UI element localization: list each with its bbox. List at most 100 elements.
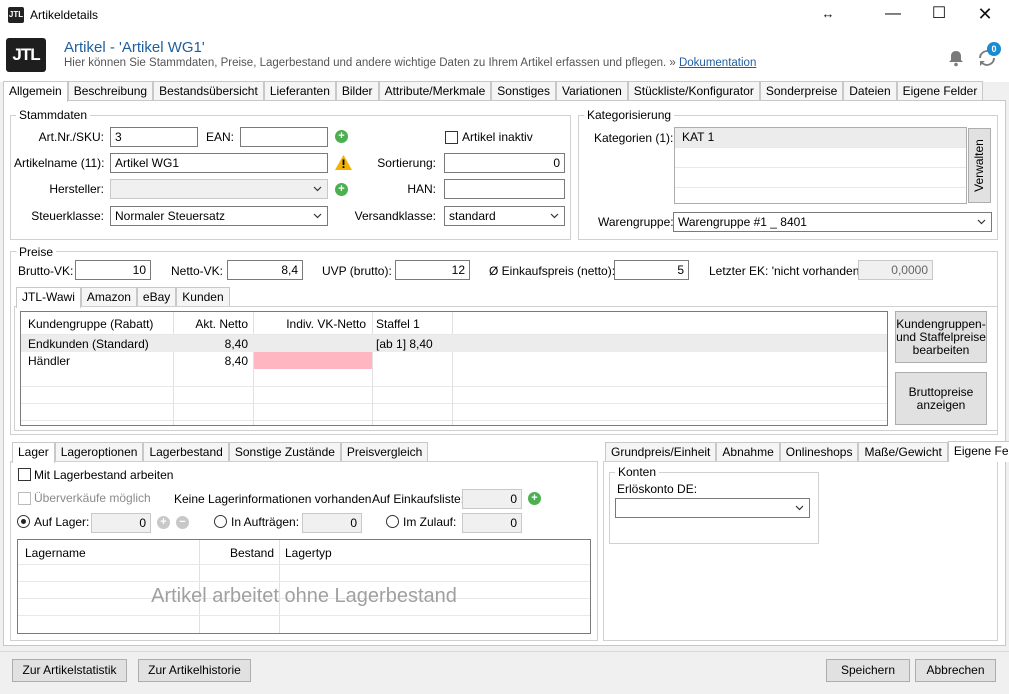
artikelname-input[interactable]: Artikel WG1 [110, 153, 328, 173]
sortierung-input[interactable]: 0 [444, 153, 565, 173]
abbrechen-button[interactable]: Abbrechen [915, 659, 996, 682]
mit-lagerbestand-label: Mit Lagerbestand arbeiten [34, 468, 174, 482]
tab-eigene-felder-right[interactable]: Eigene Felder [947, 441, 1009, 462]
right-tabs: Grundpreis/Einheit Abnahme Onlineshops M… [605, 441, 1009, 462]
im-zulauf-label: Im Zulauf: [403, 515, 457, 529]
chevron-down-icon [313, 213, 322, 219]
col-kundengruppe[interactable]: Kundengruppe (Rabatt) [28, 317, 153, 331]
list-item[interactable]: KAT 1 [675, 128, 966, 147]
kategorien-list[interactable]: KAT 1 [674, 127, 967, 204]
erloeskonto-label: Erlöskonto DE: [617, 482, 698, 496]
kategorien-label: Kategorien (1): [594, 131, 674, 145]
auf-lager-radio[interactable] [17, 515, 30, 528]
tab-onlineshops[interactable]: Onlineshops [779, 442, 859, 462]
artikelname-label: Artikelname (11): [14, 156, 105, 170]
tab-stueckliste[interactable]: Stückliste/Konfigurator [627, 81, 760, 101]
artikelstatistik-button[interactable]: Zur Artikelstatistik [12, 659, 127, 682]
tab-lageroptionen[interactable]: Lageroptionen [54, 442, 144, 462]
hersteller-label: Hersteller: [49, 182, 104, 196]
im-zulauf-radio[interactable] [386, 515, 399, 528]
letzter-ek-input: 0,0000 [858, 260, 933, 280]
resize-icon[interactable]: ↔ [805, 0, 851, 30]
han-input[interactable] [444, 179, 565, 199]
kundengruppen-button[interactable]: Kundengruppen- und Staffelpreise bearbei… [895, 311, 987, 363]
close-button[interactable]: ✕ [962, 0, 1008, 30]
grid-line [21, 386, 887, 387]
mit-lagerbestand-checkbox[interactable] [18, 468, 31, 481]
col-lagername[interactable]: Lagername [25, 546, 86, 560]
kategorisierung-title: Kategorisierung [584, 108, 675, 122]
add-hersteller-icon[interactable]: + [335, 183, 348, 196]
tab-masse-gewicht[interactable]: Maße/Gewicht [858, 442, 948, 462]
speichern-button[interactable]: Speichern [826, 659, 910, 682]
tab-bilder[interactable]: Bilder [335, 81, 379, 101]
row-indiv-vk-error[interactable] [254, 352, 372, 369]
artikelhistorie-button[interactable]: Zur Artikelhistorie [138, 659, 251, 682]
auf-lager-input: 0 [91, 513, 151, 533]
lager-tabs: Lager Lageroptionen Lagerbestand Sonstig… [12, 442, 429, 463]
tab-eigene-felder[interactable]: Eigene Felder [896, 81, 984, 101]
artikel-inaktiv-checkbox[interactable] [445, 131, 458, 144]
versandklasse-select[interactable]: standard [444, 206, 565, 226]
tab-amazon[interactable]: Amazon [80, 287, 137, 307]
tab-beschreibung[interactable]: Beschreibung [67, 81, 154, 101]
tab-attribute[interactable]: Attribute/Merkmale [378, 81, 492, 101]
tab-bestandsuebersicht[interactable]: Bestandsübersicht [153, 81, 264, 101]
maximize-button[interactable]: ☐ [916, 0, 962, 30]
tab-kunden[interactable]: Kunden [176, 287, 230, 307]
tab-dateien[interactable]: Dateien [843, 81, 897, 101]
steuerklasse-select[interactable]: Normaler Steuersatz [110, 206, 328, 226]
stammdaten-title: Stammdaten [16, 108, 91, 122]
add-einkaufsliste-icon[interactable]: + [528, 492, 541, 505]
erloeskonto-select[interactable] [615, 498, 810, 518]
minimize-button[interactable]: — [870, 0, 916, 30]
netto-vk-input[interactable]: 8,4 [227, 260, 303, 280]
verwalten-button[interactable]: Verwalten [968, 128, 991, 203]
chevron-down-icon [977, 219, 986, 225]
tab-lagerbestand[interactable]: Lagerbestand [143, 442, 229, 462]
versandklasse-label: Versandklasse: [354, 209, 436, 223]
ean-label: EAN: [205, 130, 234, 144]
tab-sonstiges[interactable]: Sonstiges [491, 81, 556, 101]
tab-ebay[interactable]: eBay [136, 287, 177, 307]
warengruppe-select[interactable]: Warengruppe #1 _ 8401 [673, 212, 992, 232]
in-auftraegen-label: In Aufträgen: [231, 515, 300, 529]
bell-icon[interactable] [947, 49, 965, 67]
tab-allgemein[interactable]: Allgemein [3, 81, 68, 102]
netto-vk-label: Netto-VK: [171, 264, 224, 278]
hersteller-select[interactable] [110, 179, 328, 199]
tab-jtl-wawi[interactable]: JTL-Wawi [16, 287, 81, 308]
ean-input[interactable] [240, 127, 328, 147]
add-lager-icon: + [157, 516, 170, 529]
brutto-vk-input[interactable]: 10 [75, 260, 151, 280]
documentation-link[interactable]: Dokumentation [679, 57, 756, 69]
col-staffel-1[interactable]: Staffel 1 [376, 317, 420, 331]
tab-grundpreis[interactable]: Grundpreis/Einheit [605, 442, 717, 462]
col-indiv-vk[interactable]: Indiv. VK-Netto [253, 317, 366, 331]
tab-sonstige-zustaende[interactable]: Sonstige Zustände [228, 442, 341, 462]
uvp-input[interactable]: 12 [395, 260, 470, 280]
remove-lager-icon: − [176, 516, 189, 529]
tab-lieferanten[interactable]: Lieferanten [263, 81, 336, 101]
add-ean-icon[interactable]: + [335, 130, 348, 143]
col-akt-netto[interactable]: Akt. Netto [173, 317, 248, 331]
letzter-ek-label: Letzter EK: 'nicht vorhanden' [709, 264, 862, 278]
chevron-down-icon [313, 186, 322, 192]
tab-preisvergleich[interactable]: Preisvergleich [340, 442, 429, 462]
table-row[interactable] [21, 335, 887, 352]
row-kundengruppe: Händler [28, 354, 71, 368]
chevron-down-icon [795, 505, 804, 511]
tab-lager[interactable]: Lager [12, 442, 55, 463]
col-bestand[interactable]: Bestand [199, 546, 274, 560]
tab-variationen[interactable]: Variationen [555, 81, 628, 101]
col-lagertyp[interactable]: Lagertyp [285, 546, 332, 560]
tab-abnahme[interactable]: Abnahme [716, 442, 780, 462]
artnr-input[interactable]: 3 [110, 127, 198, 147]
bruttopreise-button[interactable]: Bruttopreise anzeigen [895, 372, 987, 425]
header [0, 30, 1009, 82]
table-row[interactable] [21, 352, 887, 369]
tab-sonderpreise[interactable]: Sonderpreise [759, 81, 844, 101]
artikel-inaktiv-label: Artikel inaktiv [462, 130, 533, 144]
in-auftraegen-radio[interactable] [214, 515, 227, 528]
einkaufspreis-input[interactable]: 5 [614, 260, 689, 280]
